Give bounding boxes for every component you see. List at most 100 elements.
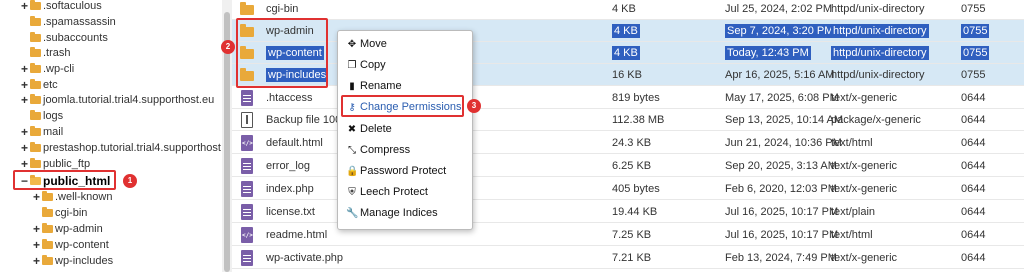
folder-icon	[42, 223, 53, 233]
document-icon	[241, 181, 253, 197]
file-size: 4 KB	[612, 3, 636, 15]
file-size: 6.25 KB	[612, 160, 652, 172]
archive-icon	[241, 112, 253, 128]
menu-item-move[interactable]: ✥ Move	[346, 34, 387, 54]
file-date: Sep 20, 2025, 3:13 AM	[725, 160, 837, 172]
file-name: error_log	[266, 160, 311, 172]
folder-icon	[30, 63, 41, 73]
file-date: Today, 12:43 PM	[725, 46, 811, 60]
expand-icon[interactable]: +	[20, 63, 29, 75]
file-size: 16 KB	[612, 69, 642, 81]
file-size: 19.44 KB	[612, 206, 658, 218]
file-type: text/plain	[831, 206, 876, 218]
file-permissions: 0755	[961, 69, 986, 81]
menu-item-change-permissions[interactable]: ⚷ Change Permissions	[346, 97, 461, 117]
file-size: 7.21 KB	[612, 252, 652, 264]
file-permissions: 0755	[961, 46, 990, 60]
expand-icon[interactable]: +	[20, 142, 29, 154]
file-type: httpd/unix-directory	[831, 3, 925, 15]
folder-icon	[30, 158, 41, 168]
code-file-icon	[241, 227, 253, 243]
file-size: 112.38 MB	[612, 114, 665, 126]
file-name: cgi-bin	[266, 3, 299, 15]
menu-item-manage-indices[interactable]: 🔧 Manage Indices	[346, 203, 438, 223]
file-name: wp-admin	[266, 25, 314, 37]
lock-icon: 🔒	[346, 166, 359, 177]
folder-icon	[30, 79, 41, 89]
document-icon	[241, 204, 253, 220]
folder-icon	[30, 47, 41, 57]
file-type: text/html	[831, 229, 873, 241]
folder-icon	[30, 126, 41, 136]
file-date: Sep 13, 2025, 10:14 AM	[725, 114, 844, 126]
file-size: 4 KB	[612, 46, 640, 60]
file-name: .htaccess	[266, 92, 313, 104]
file-permissions: 0755	[961, 3, 986, 15]
folder-icon	[30, 16, 41, 26]
file-name: license.txt	[266, 206, 315, 218]
file-date: Jul 16, 2025, 10:17 PM	[725, 206, 839, 218]
file-type: httpd/unix-directory	[831, 24, 929, 38]
folder-icon	[42, 255, 53, 265]
expand-icon[interactable]: +	[32, 223, 41, 235]
file-type: package/x-generic	[831, 114, 921, 126]
menu-item-delete[interactable]: ✖ Delete	[346, 119, 392, 139]
file-name: default.html	[266, 137, 323, 149]
expand-icon[interactable]: +	[20, 94, 29, 106]
file-name: index.php	[266, 183, 314, 195]
menu-item-leech-protect[interactable]: ⛨ Leech Protect	[346, 182, 428, 202]
file-size: 405 bytes	[612, 183, 660, 195]
file-permissions: 0644	[961, 206, 986, 218]
annotation-badge-2: 2	[221, 40, 235, 54]
file-name: readme.html	[266, 229, 328, 241]
file-date: Jul 25, 2024, 2:02 PM	[725, 3, 833, 15]
file-type: text/x-generic	[831, 92, 898, 104]
file-size: 4 KB	[612, 24, 640, 38]
expand-icon[interactable]: +	[32, 255, 41, 267]
file-permissions: 0644	[961, 229, 986, 241]
compress-icon: ⤡	[348, 145, 356, 156]
folder-icon	[240, 2, 254, 15]
document-icon	[241, 250, 253, 266]
file-type: text/x-generic	[831, 183, 898, 195]
expand-icon[interactable]: +	[32, 191, 41, 203]
file-type: httpd/unix-directory	[831, 46, 929, 60]
menu-item-compress[interactable]: ⤡ Compress	[346, 140, 410, 160]
file-name: wp-activate.php	[266, 252, 344, 264]
file-row-wp-activate[interactable]: wp-activate.php 7.21 KB Feb 13, 2024, 7:…	[232, 247, 1024, 269]
file-permissions: 0644	[961, 183, 986, 195]
file-date: Sep 7, 2024, 3:20 PM	[725, 24, 836, 38]
expand-icon[interactable]: +	[32, 239, 41, 251]
file-permissions: 0644	[961, 114, 986, 126]
open-folder-icon	[30, 175, 41, 185]
wrench-icon: 🔧	[346, 208, 359, 219]
file-permissions: 0644	[961, 160, 986, 172]
folder-icon	[30, 142, 41, 152]
collapse-icon[interactable]: −	[20, 175, 29, 187]
annotation-badge-3: 3	[467, 99, 481, 113]
file-type: httpd/unix-directory	[831, 69, 925, 81]
expand-icon[interactable]: +	[20, 158, 29, 170]
file-type: text/x-generic	[831, 160, 898, 172]
rename-icon: ▮	[349, 81, 355, 92]
file-date: Jun 21, 2024, 10:36 PM	[725, 137, 842, 149]
tree-item-wp-includes[interactable]: + wp-includes	[32, 251, 113, 271]
folder-icon	[42, 191, 53, 201]
menu-item-rename[interactable]: ▮ Rename	[346, 76, 401, 96]
file-size: 819 bytes	[612, 92, 660, 104]
file-row-cgi-bin[interactable]: cgi-bin 4 KB Jul 25, 2024, 2:02 PM httpd…	[232, 0, 1024, 20]
expand-icon[interactable]: +	[20, 126, 29, 138]
file-type: text/x-generic	[831, 252, 898, 264]
folder-icon	[30, 110, 41, 120]
menu-item-copy[interactable]: ❐ Copy	[346, 55, 386, 75]
copy-icon: ❐	[347, 60, 357, 71]
file-date: May 17, 2025, 6:08 PM	[725, 92, 839, 104]
file-name: wp-content	[266, 46, 324, 60]
file-size: 7.25 KB	[612, 229, 652, 241]
folder-icon	[42, 239, 53, 249]
folder-icon	[30, 0, 41, 10]
folder-icon	[240, 68, 254, 81]
expand-icon[interactable]: +	[20, 0, 29, 12]
file-permissions: 0644	[961, 92, 986, 104]
menu-item-password-protect[interactable]: 🔒 Password Protect	[346, 161, 446, 181]
